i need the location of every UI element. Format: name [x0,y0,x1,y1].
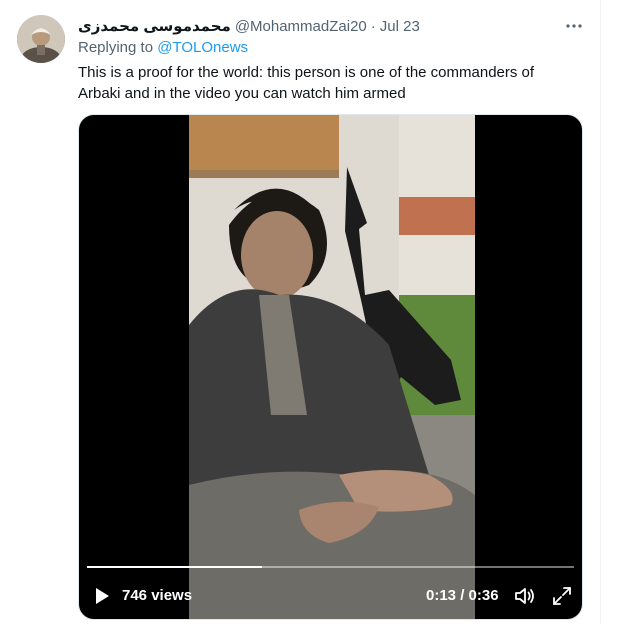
view-count: 746 views [122,587,193,604]
progress-bar[interactable] [87,566,574,568]
fullscreen-icon [553,587,571,605]
replying-to-link[interactable]: @TOLOnews [157,39,248,56]
timeline-border [600,0,601,624]
video-controls: 746 views 0:13 / 0:36 [79,581,582,611]
separator-dot: · [370,17,376,35]
tweet-header: محمدموسی محمدزی @MohammadZai20 · Jul 23 [78,16,420,36]
video-frame [189,115,475,619]
tweet-text: This is a proof for the world: this pers… [78,64,535,102]
more-options-button[interactable] [562,14,586,38]
volume-button[interactable] [513,584,537,608]
replying-prefix: Replying to [78,39,154,56]
play-button[interactable] [93,587,111,605]
play-icon [96,588,109,604]
fullscreen-button[interactable] [550,584,574,608]
more-horizontal-icon [566,24,582,28]
video-time: 0:13 / 0:36 [426,587,499,604]
replying-to: Replying to @TOLOnews [78,39,248,56]
progress-fill [87,566,263,568]
volume-icon [515,588,534,604]
avatar[interactable] [17,15,65,63]
display-name[interactable]: محمدموسی محمدزی [78,17,231,35]
tweet-date[interactable]: Jul 23 [380,18,420,35]
user-handle[interactable]: @MohammadZai20 [235,18,367,35]
video-player[interactable]: 746 views 0:13 / 0:36 [78,114,583,620]
